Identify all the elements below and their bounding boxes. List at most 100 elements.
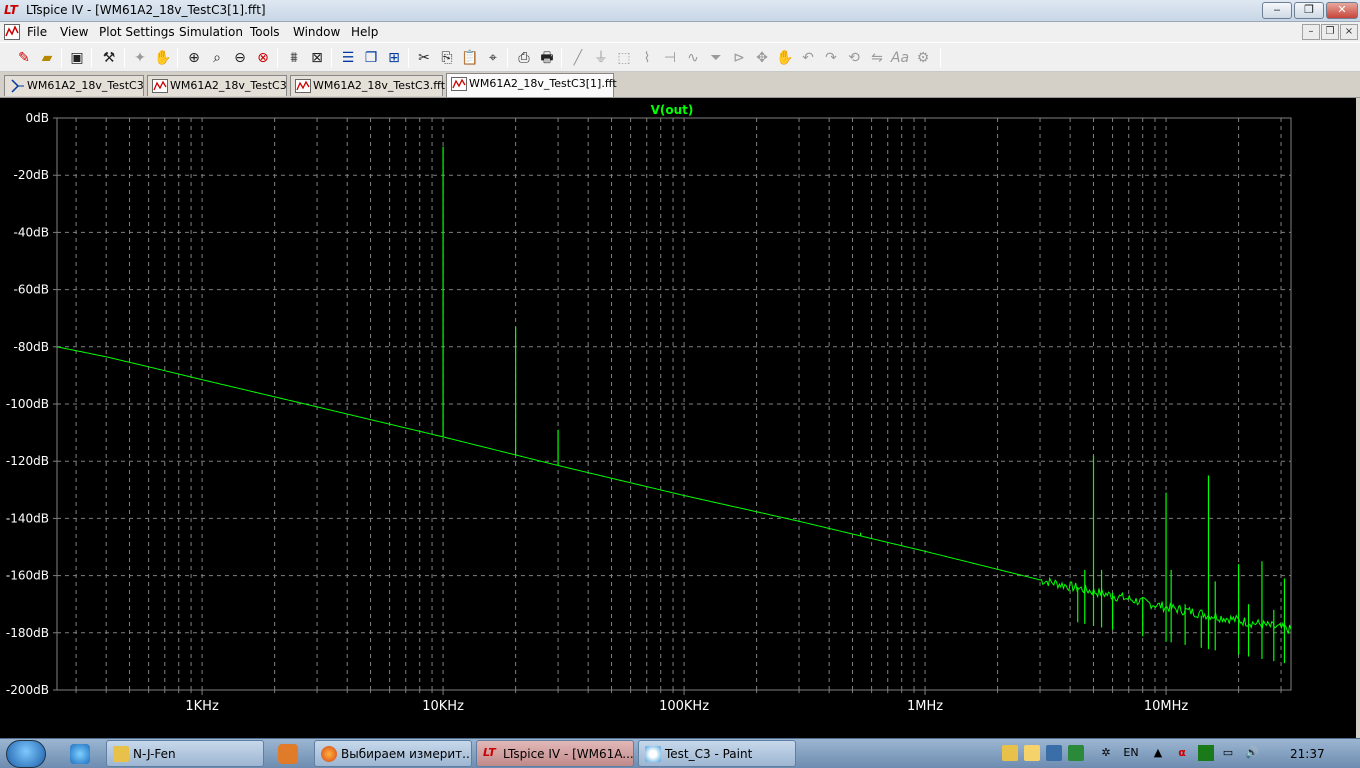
menu-view[interactable]: View — [60, 25, 88, 39]
schematic-icon — [11, 79, 24, 93]
y-tick-label: -120dB — [6, 454, 49, 468]
redo-icon[interactable]: ↷ — [821, 48, 841, 68]
menu-file[interactable]: File — [27, 25, 47, 39]
save-icon[interactable]: ▣ — [67, 48, 87, 68]
close-button[interactable]: ✕ — [1326, 2, 1358, 19]
label-icon[interactable]: ⬚ — [614, 48, 634, 68]
tile-horizontal-icon[interactable]: ☰ — [338, 48, 358, 68]
open-schematic-icon[interactable]: ✎ — [14, 48, 34, 68]
clock[interactable]: 21:37 — [1290, 747, 1325, 761]
mirror-icon[interactable]: ⇋ — [867, 48, 887, 68]
open-file-icon[interactable]: ▰ — [37, 48, 57, 68]
print-icon[interactable]: 🖶 — [537, 48, 557, 68]
tray-network-icon[interactable] — [1046, 745, 1062, 761]
tray-folder-icon[interactable] — [1002, 745, 1018, 761]
tray-monitor-icon[interactable]: ▭ — [1220, 745, 1236, 761]
show-hidden-icons-icon[interactable]: ▲ — [1150, 745, 1166, 761]
close-all-icon[interactable]: ⊞ — [384, 48, 404, 68]
wire-icon[interactable]: ╱ — [568, 48, 588, 68]
trace-v-out[interactable] — [56, 346, 1292, 634]
rotate-icon[interactable]: ⟲ — [844, 48, 864, 68]
pan-hand-icon[interactable]: ✋ — [153, 48, 173, 68]
tab-label: WM61A2_18v_TestC3 — [27, 79, 144, 92]
volume-icon[interactable]: 🔊 — [1244, 745, 1260, 761]
cut-icon[interactable]: ✂ — [414, 48, 434, 68]
tab-fft[interactable]: WM61A2_18v_TestC3.fft — [290, 75, 445, 96]
zoom-in-icon[interactable]: ⊕ — [184, 48, 204, 68]
find-icon[interactable]: ⌖ — [483, 48, 503, 68]
folder-icon — [113, 746, 129, 762]
minimize-button[interactable]: ‒ — [1262, 2, 1292, 19]
tray-app-icon[interactable] — [1068, 745, 1084, 761]
paint-icon — [645, 746, 661, 762]
run-icon[interactable]: ✦ — [130, 48, 150, 68]
menu-tools[interactable]: Tools — [250, 25, 280, 39]
trace-title[interactable]: V(out) — [651, 103, 694, 117]
menu-plot-settings[interactable]: Plot Settings — [99, 25, 175, 39]
y-tick-label: -60dB — [14, 283, 49, 297]
start-button[interactable] — [6, 740, 46, 768]
diode-icon[interactable]: ⏷ — [706, 48, 726, 68]
print-preview-icon[interactable]: ⎙ — [514, 48, 534, 68]
zoom-out-icon[interactable]: ⌕ — [207, 48, 227, 68]
spice-directive-icon[interactable]: ⚙ — [913, 48, 933, 68]
resistor-icon[interactable]: ⌇ — [637, 48, 657, 68]
move-icon[interactable]: ✥ — [752, 48, 772, 68]
fft-plot[interactable]: 0dB -20dB -40dB -60dB -80dB -100dB -120dB -140d… — [0, 98, 1356, 738]
drag-icon[interactable]: ✋ — [775, 48, 795, 68]
undo-icon[interactable]: ↶ — [798, 48, 818, 68]
zoom-cancel-icon[interactable]: ⊗ — [253, 48, 273, 68]
waveform-icon — [152, 79, 168, 93]
task-paint[interactable]: Test_C3 - Paint — [638, 740, 796, 767]
media-player-icon[interactable] — [278, 744, 298, 764]
copy-icon[interactable]: ⎘ — [437, 48, 457, 68]
tray-file-icon[interactable] — [1024, 745, 1040, 761]
title-bar: LT LTspice IV - [WM61A2_18v_TestC3[1].ff… — [0, 0, 1360, 22]
y-tick-label: -140dB — [6, 511, 49, 525]
tab-schematic[interactable]: WM61A2_18v_TestC3 — [4, 75, 144, 96]
y-tick-label: -160dB — [6, 569, 49, 583]
capacitor-icon[interactable]: ⊣ — [660, 48, 680, 68]
maximize-button[interactable]: ❐ — [1294, 2, 1324, 19]
autorange-icon[interactable]: ⩩ — [284, 48, 304, 68]
ground-icon[interactable]: ⏚ — [591, 48, 611, 68]
tab-label: WM61A2_18v_TestC3[1].fft — [469, 77, 617, 90]
firefox-icon — [321, 746, 337, 762]
y-tick-label: -180dB — [6, 626, 49, 640]
menu-simulation[interactable]: Simulation — [179, 25, 243, 39]
x-tick-label: 1MHz — [907, 699, 943, 714]
task-label: N-J-Fen — [133, 747, 176, 761]
y-tick-label: -40dB — [14, 225, 49, 239]
waveform-plot-pane[interactable]: 0dB -20dB -40dB -60dB -80dB -100dB -120dB -140d… — [0, 98, 1356, 738]
language-indicator[interactable]: EN — [1120, 745, 1142, 761]
tab-waveform[interactable]: WM61A2_18v_TestC3 — [147, 75, 287, 96]
mdi-restore-button[interactable]: ❐ — [1321, 24, 1339, 40]
tray-alpha-icon[interactable]: α — [1174, 745, 1190, 761]
inductor-icon[interactable]: ∿ — [683, 48, 703, 68]
text-icon[interactable]: Aa — [890, 48, 910, 68]
internet-explorer-icon[interactable] — [70, 744, 90, 764]
document-tabs: WM61A2_18v_TestC3 WM61A2_18v_TestC3 WM61… — [0, 72, 1360, 98]
control-panel-icon[interactable]: ⚒ — [99, 48, 119, 68]
waveform-doc-icon[interactable] — [4, 24, 20, 40]
zoom-extents-icon[interactable]: ⊠ — [307, 48, 327, 68]
task-ltspice[interactable]: LT LTspice IV - [WM61A... — [476, 740, 634, 767]
task-folder[interactable]: N-J-Fen — [106, 740, 264, 767]
paste-icon[interactable]: 📋 — [460, 48, 480, 68]
menu-window[interactable]: Window — [293, 25, 340, 39]
tray-bluetooth-icon[interactable]: ✲ — [1098, 745, 1114, 761]
y-tick-label: -200dB — [6, 683, 49, 697]
tray-battery-icon[interactable] — [1198, 745, 1214, 761]
task-firefox[interactable]: Выбираем измерит... — [314, 740, 472, 767]
task-label: Test_C3 - Paint — [665, 747, 753, 761]
mdi-close-button[interactable]: × — [1340, 24, 1358, 40]
tab-fft-1[interactable]: WM61A2_18v_TestC3[1].fft — [446, 73, 617, 97]
y-tick-label: 0dB — [26, 111, 49, 125]
menu-bar: File View Plot Settings Simulation Tools… — [0, 22, 1360, 42]
cascade-icon[interactable]: ❐ — [361, 48, 381, 68]
mdi-minimize-button[interactable]: – — [1302, 24, 1320, 40]
window-title: LTspice IV - [WM61A2_18v_TestC3[1].fft] — [26, 3, 266, 17]
menu-help[interactable]: Help — [351, 25, 378, 39]
zoom-fit-icon[interactable]: ⊖ — [230, 48, 250, 68]
component-icon[interactable]: ⊳ — [729, 48, 749, 68]
